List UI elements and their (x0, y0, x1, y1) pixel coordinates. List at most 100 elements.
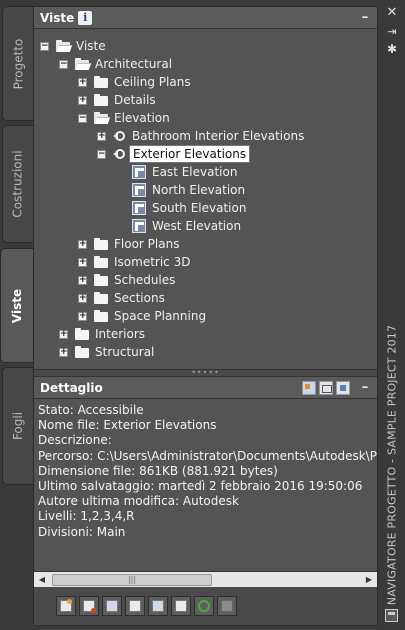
new-view-button[interactable] (56, 596, 76, 616)
folder-icon (75, 345, 89, 358)
horizontal-scrollbar[interactable]: ◀ ||| ▶ (34, 571, 377, 587)
folder-icon (75, 327, 89, 340)
detail-percorso: Percorso: C:\Users\Administrator\Documen… (38, 448, 377, 463)
details-view-icon[interactable] (319, 380, 333, 395)
detail-divisioni: Divisioni: Main (38, 524, 126, 539)
tree-node-label: Bathroom Interior Elevations (132, 129, 305, 143)
detail-dimensione: Dimensione file: 861KB (881.921 bytes) (38, 463, 278, 478)
disabled-button (217, 596, 237, 616)
tab-label: Progetto (11, 38, 26, 89)
tree-node-sections[interactable]: + Sections (78, 289, 165, 307)
info-icon[interactable]: i (78, 10, 93, 25)
tree-node-east-elevation[interactable]: East Elevation (132, 163, 237, 181)
elevation-view-icon (132, 165, 146, 179)
tree-node-ceiling-plans[interactable]: + Ceiling Plans (78, 73, 191, 91)
close-icon[interactable]: ✕ (385, 6, 399, 20)
project-navigator-window: Progetto Costruzioni Viste Fogli Viste i… (0, 0, 405, 630)
expand-icon[interactable]: + (59, 329, 68, 339)
tree-node-details[interactable]: + Details (78, 91, 156, 109)
tab-progetto[interactable]: Progetto (2, 6, 33, 121)
tree-node-interiors[interactable]: + Interiors (59, 325, 145, 343)
expand-icon[interactable]: + (78, 311, 87, 321)
expand-icon[interactable]: + (78, 95, 87, 105)
layout-button[interactable] (171, 596, 191, 616)
dettaglio-header: Dettaglio – (34, 377, 377, 399)
left-tab-strip: Progetto Costruzioni Viste Fogli (0, 0, 34, 630)
select-button[interactable] (148, 596, 168, 616)
tree-node-schedules[interactable]: + Schedules (78, 271, 175, 289)
collapse-icon[interactable]: − (40, 41, 49, 51)
tree-node-floor-plans[interactable]: + Floor Plans (78, 235, 179, 253)
elevation-view-icon (132, 201, 146, 215)
new-view-drawing-button[interactable] (79, 596, 99, 616)
tree-node-label: Details (114, 93, 156, 107)
expand-icon[interactable]: + (78, 77, 87, 87)
expand-icon[interactable]: + (97, 131, 106, 141)
preview-icon[interactable] (302, 380, 316, 395)
collapse-icon[interactable]: − (59, 59, 68, 69)
expand-icon[interactable]: + (78, 275, 87, 285)
elevation-marker-icon (113, 147, 127, 161)
autohide-icon[interactable]: ⇥ (385, 25, 399, 39)
tree-node-north-elevation[interactable]: North Elevation (132, 181, 245, 199)
panel-splitter[interactable]: ••••• (34, 369, 377, 377)
collapse-icon[interactable]: − (78, 113, 87, 123)
tree-node-architectural[interactable]: − Architectural (59, 55, 172, 73)
expand-icon[interactable]: + (59, 347, 68, 357)
elevation-view-icon (132, 219, 146, 233)
palette-title-strip: ✕ ⇥ ✱ NAVIGATORE PROGETTO - SAMPLE PROJE… (379, 0, 405, 630)
expand-icon[interactable]: + (78, 293, 87, 303)
detail-ultimo-salvataggio: Ultimo salvataggio: martedì 2 febbraio 2… (38, 478, 363, 493)
tree-node-exterior-elevations[interactable]: − Exterior Elevations (97, 145, 251, 163)
properties-button[interactable] (125, 596, 145, 616)
tree-node-bathroom-interior-elevations[interactable]: + Bathroom Interior Elevations (97, 127, 304, 145)
tree-node-label: Sections (114, 291, 165, 305)
tree-node-elevation[interactable]: − Elevation (78, 109, 170, 127)
tree-node-structural[interactable]: + Structural (59, 343, 154, 361)
tree-node-viste[interactable]: − Viste (40, 37, 106, 55)
tree-node-label: Isometric 3D (114, 255, 191, 269)
tree-node-label: Viste (76, 39, 106, 53)
scroll-left-icon[interactable]: ◀ (34, 572, 50, 588)
tree-node-label: Structural (95, 345, 155, 359)
expand-icon[interactable]: + (78, 257, 87, 267)
folder-open-icon (94, 111, 111, 124)
tree-node-space-planning[interactable]: + Space Planning (78, 307, 206, 325)
views-tree: − Viste − Architectural + Ceiling Plans … (34, 29, 377, 369)
tree-node-label: East Elevation (152, 165, 238, 179)
tab-viste[interactable]: Viste (0, 248, 34, 363)
tree-node-isometric-3d[interactable]: + Isometric 3D (78, 253, 190, 271)
folder-icon (94, 309, 108, 322)
tab-fogli[interactable]: Fogli (2, 367, 33, 485)
folder-icon (94, 291, 108, 304)
scroll-track[interactable]: ||| (50, 572, 361, 587)
collapse-dettaglio-button[interactable]: – (359, 380, 371, 395)
properties-icon[interactable]: ✱ (385, 42, 399, 56)
detail-descrizione: Descrizione: (38, 433, 112, 448)
tab-label: Viste (10, 288, 25, 323)
tree-node-west-elevation[interactable]: West Elevation (132, 217, 241, 235)
tree-node-label: West Elevation (152, 219, 242, 233)
scroll-right-icon[interactable]: ▶ (361, 572, 377, 588)
bottom-toolbar (34, 587, 377, 625)
folder-open-icon (56, 39, 73, 52)
collapse-viste-button[interactable]: – (359, 10, 371, 25)
refresh-button[interactable] (194, 596, 214, 616)
detail-nome-file: Nome file: Exterior Elevations (38, 418, 217, 433)
folder-icon (94, 255, 108, 268)
scroll-thumb[interactable]: ||| (52, 573, 212, 586)
tab-costruzioni[interactable]: Costruzioni (2, 125, 33, 243)
add-view-button[interactable] (102, 596, 122, 616)
thumbnail-view-icon[interactable] (336, 380, 350, 395)
tree-node-label: Floor Plans (114, 237, 180, 251)
tree-node-label: Elevation (114, 111, 170, 125)
viste-title: Viste (40, 10, 75, 25)
tree-node-label: Schedules (114, 273, 176, 287)
palette-menu-icon[interactable] (385, 609, 398, 622)
tree-node-label: Architectural (95, 57, 173, 71)
tree-node-south-elevation[interactable]: South Elevation (132, 199, 246, 217)
folder-icon (94, 93, 108, 106)
collapse-icon[interactable]: − (97, 149, 106, 159)
expand-icon[interactable]: + (78, 239, 87, 249)
tab-label: Fogli (10, 411, 25, 441)
